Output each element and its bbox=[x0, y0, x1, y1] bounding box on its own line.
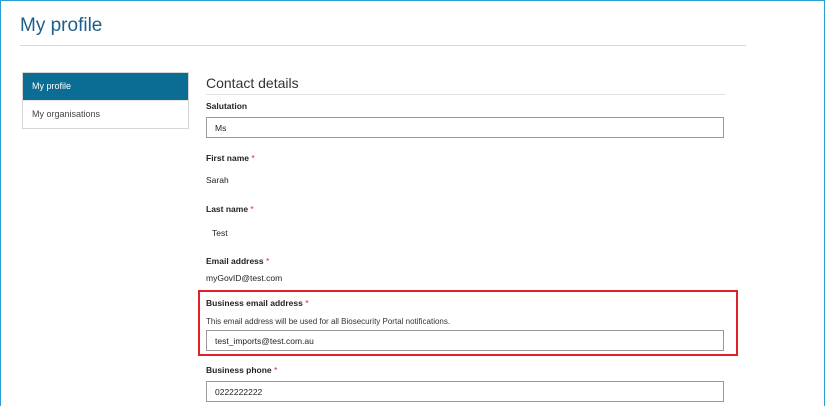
salutation-input[interactable] bbox=[206, 117, 724, 138]
first-name-value: Sarah bbox=[206, 175, 229, 185]
last-name-label-text: Last name bbox=[206, 204, 249, 214]
page-title: My profile bbox=[20, 15, 103, 36]
salutation-label-text: Salutation bbox=[206, 101, 248, 111]
business-email-label: Business email address * bbox=[206, 298, 309, 308]
business-phone-input[interactable] bbox=[206, 381, 724, 402]
first-name-label: First name * bbox=[206, 153, 255, 163]
business-email-input[interactable] bbox=[206, 330, 724, 351]
business-phone-label-text: Business phone bbox=[206, 365, 272, 375]
email-label-text: Email address bbox=[206, 256, 264, 266]
email-value: myGovID@test.com bbox=[206, 273, 283, 283]
required-marker: * bbox=[274, 365, 278, 375]
section-title: Contact details bbox=[206, 75, 299, 91]
business-phone-label: Business phone * bbox=[206, 365, 277, 375]
sidebar: My profile My organisations bbox=[22, 72, 189, 129]
last-name-label: Last name * bbox=[206, 204, 254, 214]
title-divider bbox=[20, 45, 746, 46]
required-marker: * bbox=[305, 298, 309, 308]
required-marker: * bbox=[251, 153, 255, 163]
email-label: Email address * bbox=[206, 256, 269, 266]
salutation-label: Salutation bbox=[206, 101, 247, 111]
section-divider bbox=[206, 94, 726, 95]
required-marker: * bbox=[250, 204, 254, 214]
first-name-label-text: First name bbox=[206, 153, 249, 163]
business-email-hint: This email address will be used for all … bbox=[206, 317, 451, 326]
business-email-label-text: Business email address bbox=[206, 298, 303, 308]
required-marker: * bbox=[266, 256, 270, 266]
last-name-value: Test bbox=[212, 228, 228, 238]
sidebar-item-my-organisations[interactable]: My organisations bbox=[23, 100, 188, 128]
sidebar-item-my-profile[interactable]: My profile bbox=[23, 73, 188, 100]
